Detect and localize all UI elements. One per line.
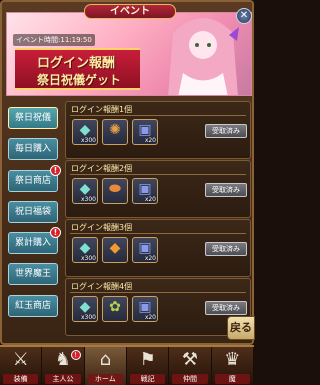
gem-icon: ◆ bbox=[79, 122, 91, 138]
sidebar-item-ruby-shop[interactable]: 紅玉商店 bbox=[8, 294, 58, 317]
ticket-icon: ▣ bbox=[138, 122, 152, 138]
bread-icon: ⬬ bbox=[109, 181, 121, 197]
sidebar-item-label: 祝日福袋 bbox=[14, 206, 51, 217]
alert-badge: ! bbox=[50, 164, 61, 176]
claimed-button[interactable]: 受取済み bbox=[205, 301, 247, 315]
event-banner: ログイン報酬 祭日祝儀ゲット イベント時間:11:19:50 bbox=[6, 12, 252, 96]
reward-item[interactable]: ◆ x300 bbox=[72, 178, 98, 204]
event-timer-label: イベント時間: bbox=[16, 36, 61, 44]
reward-quantity: x20 bbox=[144, 137, 156, 144]
reward-item[interactable]: ▣ x20 bbox=[132, 178, 158, 204]
banner-subtitle: 祭日祝儀ゲット bbox=[37, 73, 122, 87]
herb-icon: ✿ bbox=[109, 299, 121, 315]
gem-icon: ◆ bbox=[79, 181, 91, 197]
ticket-icon: ▣ bbox=[138, 240, 152, 256]
sidebar-item-label: 祭日祝儀 bbox=[14, 113, 51, 123]
window-title: イベント bbox=[84, 4, 176, 19]
sidebar-item-label: 世界魔王 bbox=[14, 269, 51, 280]
reward-list[interactable]: ログイン報酬1個 ◆ x300 ✺ ▣ x20 受取済み ログイン報酬2個 ◆ … bbox=[65, 100, 251, 336]
reward-quantity: x300 bbox=[80, 314, 96, 321]
divider bbox=[70, 233, 246, 234]
reward-quantity: x20 bbox=[144, 255, 156, 262]
sidebar-item-label: 毎日購入 bbox=[14, 144, 51, 155]
sidebar-item-world-demon-king[interactable]: 世界魔王 bbox=[8, 263, 58, 286]
claimed-button[interactable]: 受取済み bbox=[205, 242, 247, 256]
sidebar-item-festival-gift[interactable]: 祭日祝儀 bbox=[8, 107, 58, 129]
claimed-button[interactable]: 受取済み bbox=[205, 183, 247, 197]
close-icon: ✕ bbox=[239, 10, 249, 21]
sidebar-item-festival-shop[interactable]: 祭日商店 ! bbox=[8, 164, 61, 192]
divider bbox=[70, 115, 246, 116]
nav-label: 仲間 bbox=[172, 374, 208, 384]
reward-item[interactable]: ◆ x300 bbox=[72, 296, 98, 322]
sidebar-item-label: 祭日商店 bbox=[14, 175, 51, 186]
reward-item[interactable]: ▣ x20 bbox=[132, 237, 158, 263]
ticket-icon: ▣ bbox=[138, 181, 152, 197]
reward-card-title: ログイン報酬1個 bbox=[71, 105, 133, 114]
nav-team[interactable]: ⚒ 仲間 bbox=[169, 347, 212, 385]
sidebar-item-label: 紅玉商店 bbox=[14, 300, 51, 311]
reward-card-title: ログイン報酬3個 bbox=[71, 223, 133, 232]
gem-icon: ◆ bbox=[79, 240, 91, 256]
sidebar-item-cumulative-purchase[interactable]: 累計購入 ! bbox=[8, 227, 61, 255]
event-timer: イベント時間:11:19:50 bbox=[13, 34, 95, 46]
reward-quantity: x20 bbox=[144, 196, 156, 203]
event-timer-value: 11:19:50 bbox=[60, 36, 92, 44]
reward-card: ログイン報酬3個 ◆ x300 ◆ ▣ x20 受取済み bbox=[65, 219, 251, 277]
nav-label: 戦記 bbox=[129, 374, 166, 384]
medal-icon: ✺ bbox=[109, 122, 121, 138]
reward-item[interactable]: ◆ x300 bbox=[72, 119, 98, 145]
banner-ribbon: ログイン報酬 祭日祝儀ゲット bbox=[15, 48, 140, 90]
nav-label: 主人公 bbox=[45, 374, 81, 384]
reward-card: ログイン報酬2個 ◆ x300 ⬬ ▣ x20 受取済み bbox=[65, 160, 251, 218]
home-icon: ⌂ bbox=[99, 349, 112, 370]
demon-icon: ♛ bbox=[224, 349, 241, 370]
reward-card-title: ログイン報酬2個 bbox=[71, 164, 133, 173]
close-button[interactable]: ✕ bbox=[236, 8, 252, 24]
sidebar-item-lucky-bag[interactable]: 祝日福袋 bbox=[8, 200, 58, 223]
reward-quantity: x300 bbox=[80, 255, 96, 262]
alert-badge: ! bbox=[50, 227, 61, 239]
bottom-nav: ⚔ 装備 ♞ ! 主人公 ⌂ ホーム ⚑ 戦記 ⚒ 仲間 ♛ 魔 bbox=[0, 345, 254, 385]
claimed-button[interactable]: 受取済み bbox=[205, 124, 247, 138]
gem-icon: ◆ bbox=[79, 299, 91, 315]
divider bbox=[70, 292, 246, 293]
nav-demon[interactable]: ♛ 魔 bbox=[212, 347, 254, 385]
reward-item[interactable]: ✿ bbox=[102, 296, 128, 322]
reward-card: ログイン報酬1個 ◆ x300 ✺ ▣ x20 受取済み bbox=[65, 101, 251, 159]
nav-label: 装備 bbox=[3, 374, 39, 384]
back-button[interactable]: 戻る bbox=[227, 316, 255, 340]
sidebar-item-daily-purchase[interactable]: 毎日購入 bbox=[8, 138, 58, 161]
reward-item[interactable]: ▣ x20 bbox=[132, 119, 158, 145]
sidebar-item-label: 累計購入 bbox=[14, 238, 51, 249]
reward-quantity: x300 bbox=[80, 196, 96, 203]
reward-item[interactable]: ⬬ bbox=[102, 178, 128, 204]
sword-icon: ⚔ bbox=[12, 349, 29, 370]
reward-card: ログイン報酬4個 ◆ x300 ✿ ▣ x20 受取済み bbox=[65, 278, 251, 336]
nav-home[interactable]: ⌂ ホーム bbox=[84, 347, 127, 385]
divider bbox=[70, 174, 246, 175]
reward-item[interactable]: ◆ bbox=[102, 237, 128, 263]
ticket-icon: ▣ bbox=[138, 299, 152, 315]
banner-title: ログイン報酬 bbox=[37, 56, 116, 71]
reward-item[interactable]: ◆ x300 bbox=[72, 237, 98, 263]
nav-chronicle[interactable]: ⚑ 戦記 bbox=[127, 347, 170, 385]
alert-badge: ! bbox=[70, 350, 81, 360]
event-window: ログイン報酬 祭日祝儀ゲット イベント時間:11:19:50 イベント ✕ 祭日… bbox=[0, 0, 254, 345]
nav-hero[interactable]: ♞ ! 主人公 bbox=[42, 347, 85, 385]
reward-quantity: x20 bbox=[144, 314, 156, 321]
nav-equipment[interactable]: ⚔ 装備 bbox=[0, 347, 43, 385]
character-illustration bbox=[168, 18, 239, 95]
reward-item[interactable]: ✺ bbox=[102, 119, 128, 145]
orange-crystal-icon: ◆ bbox=[109, 240, 121, 256]
reward-card-title: ログイン報酬4個 bbox=[71, 282, 133, 291]
reward-quantity: x300 bbox=[80, 137, 96, 144]
team-icon: ⚒ bbox=[181, 349, 199, 370]
nav-label: ホーム bbox=[87, 374, 123, 384]
flag-icon: ⚑ bbox=[139, 349, 156, 370]
event-sidebar: 祭日祝儀 毎日購入 祭日商店 ! 祝日福袋 累計購入 ! 世界魔王 紅玉商店 bbox=[8, 107, 61, 326]
reward-item[interactable]: ▣ x20 bbox=[132, 296, 158, 322]
nav-label: 魔 bbox=[214, 374, 250, 384]
